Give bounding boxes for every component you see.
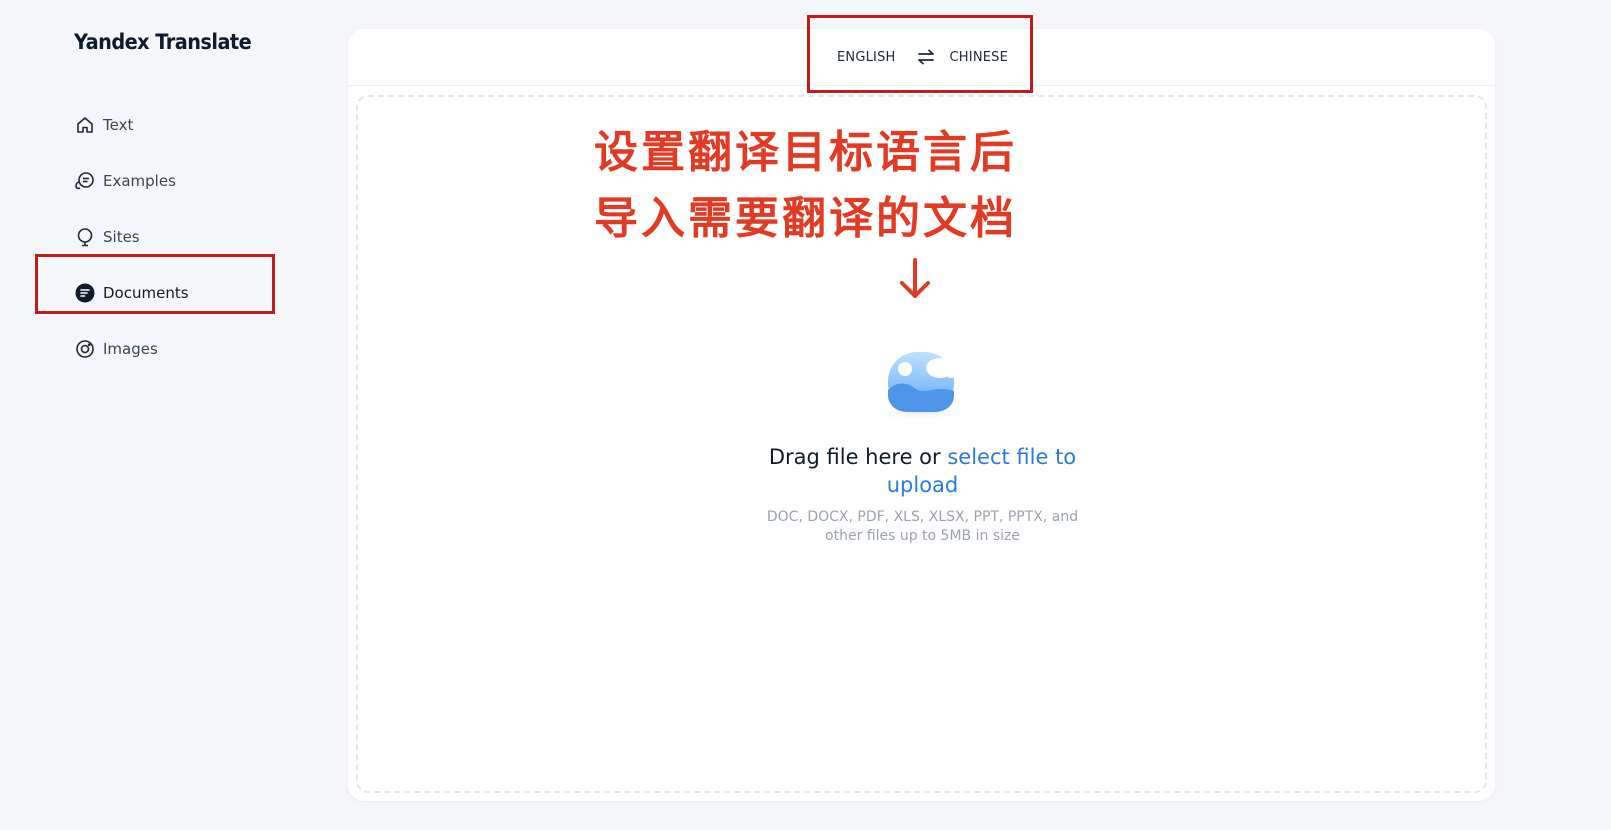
language-highlight-box xyxy=(807,15,1033,93)
app-title[interactable]: Yandex Translate xyxy=(74,30,252,54)
arrow-down-icon xyxy=(900,258,930,298)
annotation-text: 设置翻译目标语言后 导入需要翻译的文档 xyxy=(0,120,1611,252)
image-upload-icon xyxy=(860,352,980,421)
documents-highlight-box xyxy=(35,254,275,314)
sidebar-item-images[interactable]: Images xyxy=(74,321,189,377)
upload-hint: DOC, DOCX, PDF, XLS, XLSX, PPT, PPTX, an… xyxy=(766,509,1079,544)
annotation-line-1: 设置翻译目标语言后 xyxy=(594,127,1017,178)
annotation-line-2: 导入需要翻译的文档 xyxy=(594,193,1017,244)
upload-title: Drag file here or select file to upload xyxy=(760,443,1085,499)
camera-icon xyxy=(74,338,96,360)
sidebar-item-label: Images xyxy=(103,340,158,358)
upload-title-prefix: Drag file here or xyxy=(768,445,948,469)
